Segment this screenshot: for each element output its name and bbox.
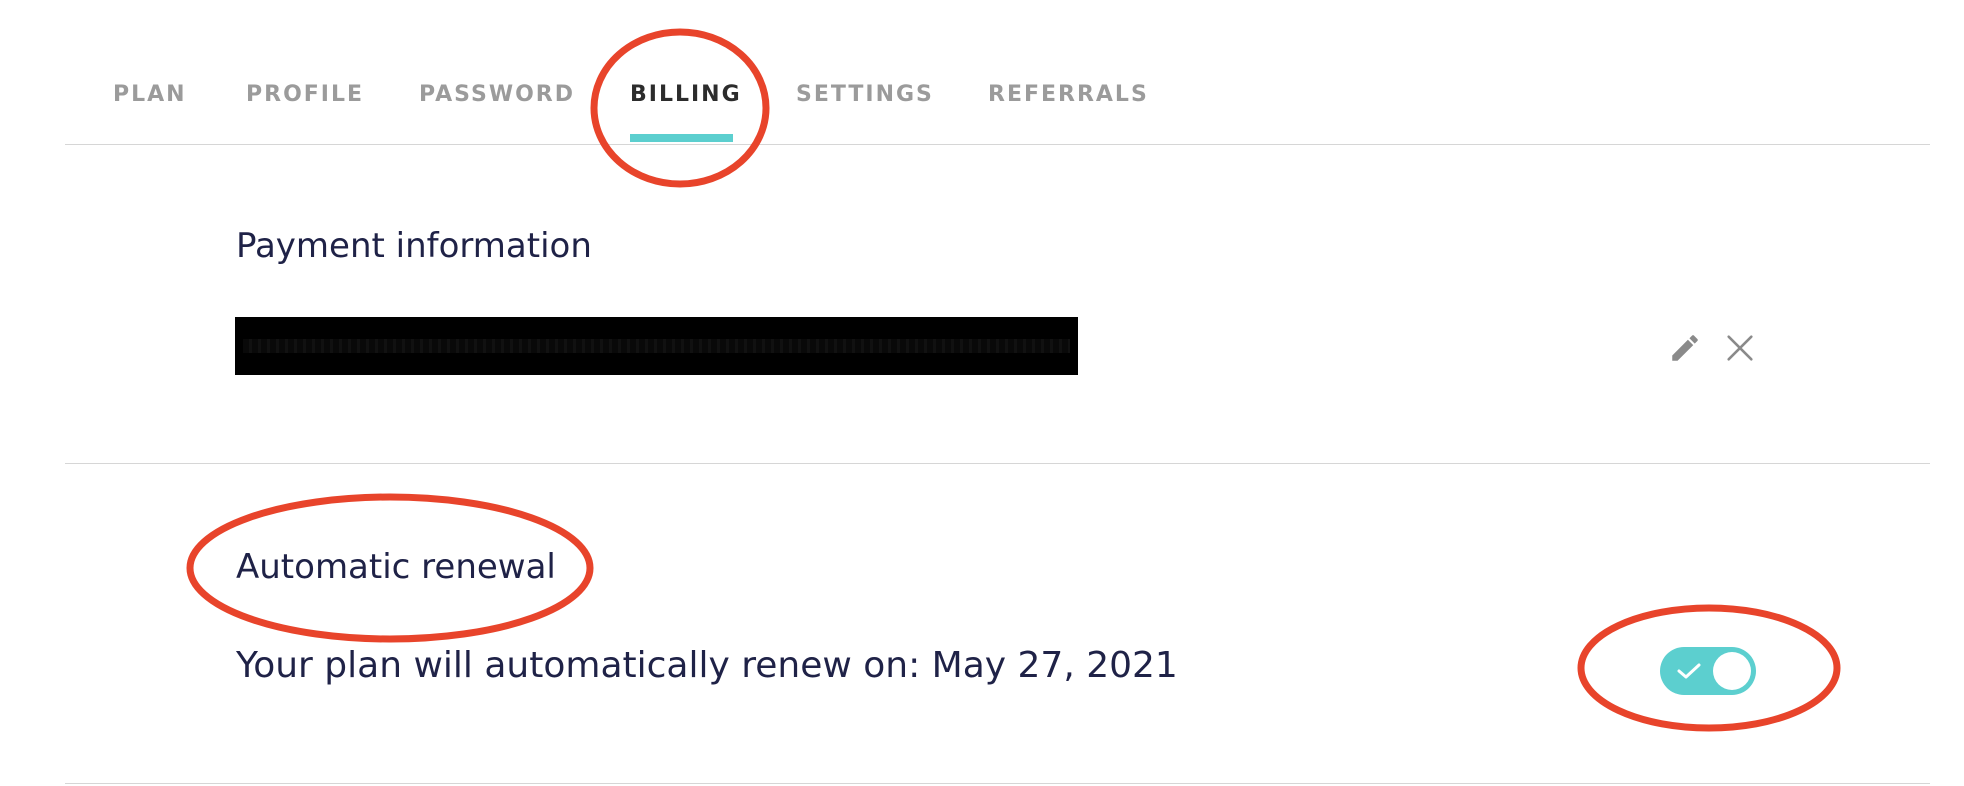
- pencil-icon: [1672, 335, 1698, 361]
- active-tab-indicator: [630, 134, 733, 142]
- close-icon: [1727, 335, 1753, 361]
- payment-title: Payment information: [236, 226, 592, 266]
- tab-settings[interactable]: SETTINGS: [796, 80, 934, 110]
- tab-password[interactable]: PASSWORD: [419, 80, 575, 110]
- tab-billing[interactable]: BILLING: [630, 80, 742, 110]
- remove-payment-button[interactable]: [1720, 328, 1760, 368]
- renewal-date-text: Your plan will automatically renew on: M…: [236, 645, 1178, 686]
- auto-renew-toggle[interactable]: [1660, 647, 1756, 695]
- section-divider: [65, 463, 1930, 464]
- toggle-knob: [1713, 652, 1751, 690]
- bottom-divider: [65, 783, 1930, 784]
- tab-profile[interactable]: PROFILE: [246, 80, 364, 110]
- tab-plan[interactable]: PLAN: [113, 80, 187, 110]
- renewal-title: Automatic renewal: [236, 547, 556, 587]
- account-tabs: PLAN PROFILE PASSWORD BILLING SETTINGS R…: [0, 0, 1964, 145]
- checkmark-icon: [1677, 663, 1701, 679]
- tab-referrals[interactable]: REFERRALS: [988, 80, 1149, 110]
- edit-payment-button[interactable]: [1665, 328, 1705, 368]
- tabs-divider: [65, 144, 1930, 145]
- card-details-redacted: [235, 317, 1078, 375]
